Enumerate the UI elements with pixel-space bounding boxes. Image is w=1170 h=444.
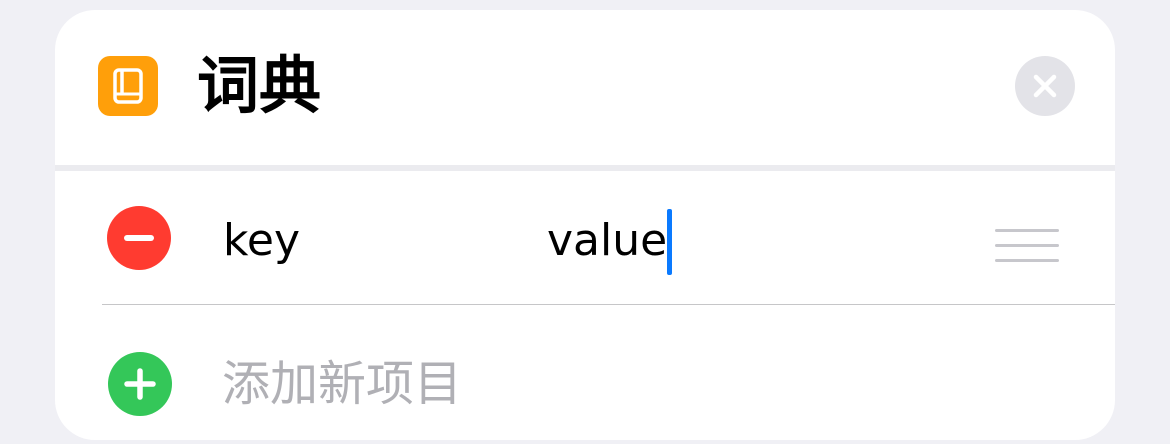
value-text: value (547, 215, 668, 266)
key-field[interactable]: key (223, 215, 300, 267)
page-title: 词典 (197, 49, 322, 122)
add-new-item-row[interactable]: 添加新项目 (55, 306, 1115, 440)
remove-entry-button[interactable] (107, 206, 171, 270)
minus-icon (124, 235, 154, 241)
card-header: 词典 (55, 10, 1115, 165)
value-field[interactable]: value (547, 209, 673, 275)
add-item-label: 添加新项目 (222, 356, 463, 412)
dictionary-card: 词典 key value 添加新项目 (55, 10, 1115, 440)
add-item-button[interactable] (108, 352, 172, 416)
close-button[interactable] (1015, 56, 1075, 116)
reorder-handle-icon[interactable] (995, 229, 1059, 265)
book-icon (98, 56, 158, 116)
list-item: key value (55, 171, 1115, 305)
text-caret (667, 209, 673, 275)
plus-icon (124, 368, 156, 400)
row-divider (102, 304, 1115, 305)
close-icon (1033, 74, 1057, 98)
